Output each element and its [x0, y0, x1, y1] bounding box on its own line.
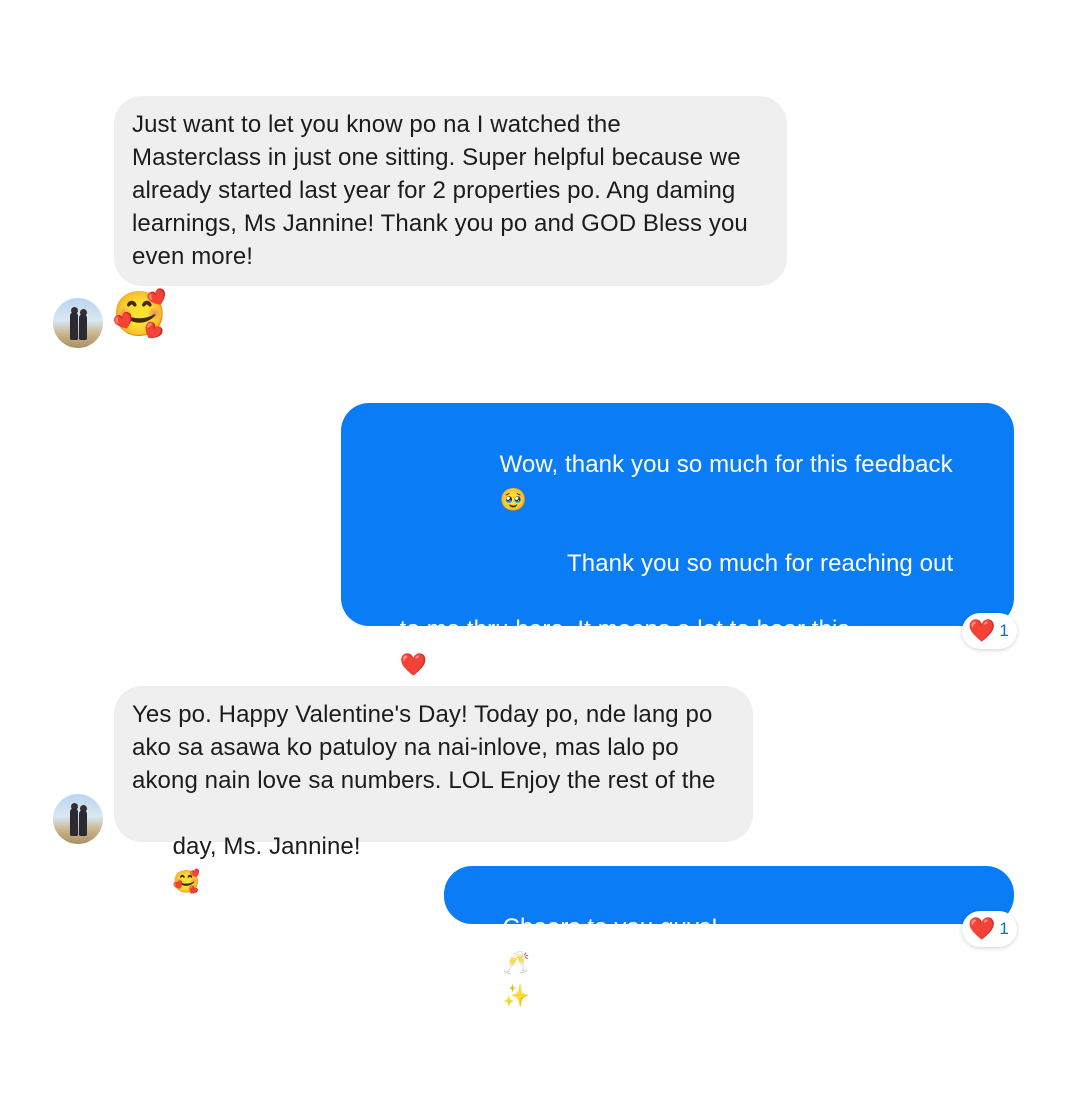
reaction-count: 1	[999, 621, 1009, 640]
sender-avatar[interactable]	[53, 794, 103, 844]
message-text-line: to me thru here. It means a lot to hear …	[399, 616, 850, 643]
heart-reaction-icon: ❤️	[968, 916, 996, 941]
message-text-line: Wow, thank you so much for this feedback	[499, 451, 953, 478]
red-heart-emoji: ❤️	[399, 652, 428, 677]
message-text-line: Just want to let you know po na I watche…	[132, 111, 621, 138]
heart-reaction-icon: ❤️	[968, 618, 996, 643]
sender-avatar[interactable]	[53, 298, 103, 348]
message-text-line: Enjoy your day too	[502, 1013, 704, 1040]
outgoing-message-bubble[interactable]: Cheers to you guys! 🥂 ✨ Enjoy your day t…	[444, 866, 1014, 1073]
reaction-badge[interactable]: ❤️ 1	[962, 613, 1017, 649]
winking-face-emoji: 😉	[502, 1049, 526, 1074]
smiling-face-with-hearts-emoji: 🥰	[112, 290, 167, 339]
reaction-count: 1	[999, 919, 1009, 938]
message-text-line: akong nain love sa numbers. LOL Enjoy th…	[132, 767, 716, 794]
message-text-line: day, Ms. Jannine!	[172, 833, 361, 860]
message-text-line: learnings, Ms Jannine! Thank you po and …	[132, 210, 748, 237]
sparkles-emoji: ✨	[502, 983, 531, 1008]
reaction-badge[interactable]: ❤️ 1	[962, 911, 1017, 947]
incoming-message-bubble[interactable]: Yes po. Happy Valentine's Day! Today po,…	[114, 686, 753, 893]
outgoing-message-bubble[interactable]: Wow, thank you so much for this feedback…	[341, 403, 1014, 742]
message-text-line: even more!	[132, 243, 254, 270]
message-text-line: ako sa asawa ko patuloy na nai-inlove, m…	[132, 734, 679, 761]
message-text-line: already started last year for 2 properti…	[132, 177, 736, 204]
clinking-glasses-emoji: 🥂	[502, 950, 531, 975]
smiling-face-with-hearts-emoji: 🥰	[172, 869, 201, 894]
incoming-message-bubble[interactable]: Just want to let you know po na I watche…	[114, 96, 787, 286]
pleading-face-emoji: 🥹	[499, 487, 528, 512]
chat-thread: Just want to let you know po na I watche…	[0, 0, 1080, 1080]
message-text-line: Cheers to you guys!	[502, 914, 718, 941]
message-text-line: Masterclass in just one sitting. Super h…	[132, 144, 741, 171]
message-text-line: Thank you so much for reaching out	[567, 550, 954, 577]
message-text-line: Yes po. Happy Valentine's Day! Today po,…	[132, 701, 713, 728]
